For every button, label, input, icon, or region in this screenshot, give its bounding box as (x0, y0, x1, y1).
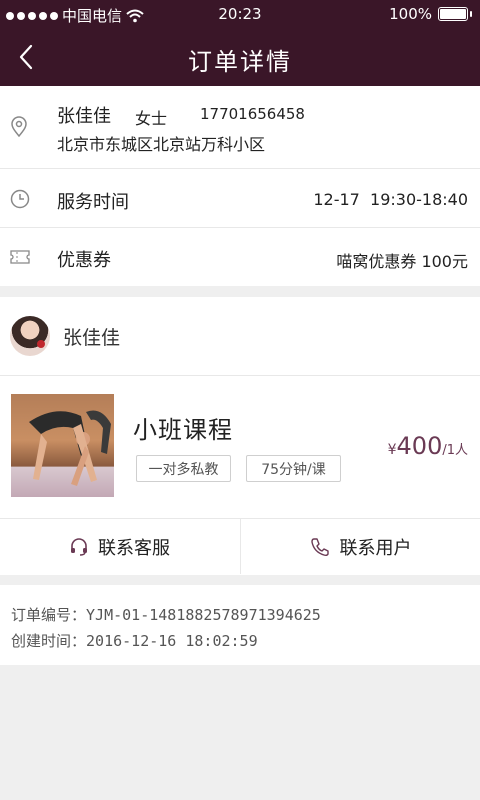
headset-icon (71, 537, 87, 556)
divider (0, 227, 480, 228)
order-number-label: 订单编号： (11, 606, 87, 624)
order-number: 订单编号：YJM-01-1481882578971394625 (11, 604, 321, 625)
nav-bar: 订单详情 (0, 28, 480, 86)
clock-icon (10, 189, 30, 209)
price-value: 400 (396, 432, 443, 460)
contact-service-label: 联系客服 (98, 537, 170, 559)
price-unit: /1人 (442, 443, 468, 458)
course-tag-type: 一对多私教 (136, 455, 231, 482)
avatar-flower (37, 340, 45, 348)
status-bar: 中国电信 20:23 100% (0, 0, 480, 28)
course-tag-duration: 75分钟/课 (246, 455, 341, 482)
top-bar: 中国电信 20:23 100% 订单详情 (0, 0, 480, 86)
battery-level: 100% (389, 5, 432, 23)
address-detail: 北京市东城区北京站万科小区 (57, 135, 266, 154)
divider (0, 375, 480, 376)
avatar (10, 316, 50, 356)
order-number-value: YJM-01-1481882578971394625 (86, 606, 321, 624)
phone-icon (310, 537, 329, 556)
course-image[interactable] (11, 394, 114, 497)
service-time-value: 12-17 19:30-18:40 (313, 190, 468, 209)
coupon-label: 优惠券 (57, 250, 111, 271)
divider (0, 168, 480, 169)
location-pin-icon (11, 116, 27, 138)
order-created-value: 2016-12-16 18:02:59 (86, 632, 258, 650)
battery-tip (470, 11, 472, 17)
page-title: 订单详情 (188, 48, 292, 76)
order-created: 创建时间：2016-12-16 18:02:59 (11, 630, 258, 651)
order-created-label: 创建时间： (11, 632, 87, 650)
contact-user-label: 联系用户 (339, 537, 412, 559)
recipient-name: 张佳佳 (57, 106, 111, 127)
service-time-label: 服务时间 (57, 192, 129, 213)
ticket-icon (10, 250, 30, 264)
battery-icon (438, 7, 468, 21)
order-info-section (0, 585, 480, 665)
recipient-gender: 女士 (135, 109, 168, 128)
recipient-phone: 17701656458 (200, 105, 305, 123)
course-title: 小班课程 (133, 416, 233, 444)
contact-user-button[interactable]: 联系用户 (241, 519, 480, 574)
coupon-value[interactable]: 喵窝优惠券 100元 (336, 248, 468, 272)
contact-service-button[interactable]: 联系客服 (0, 519, 240, 574)
yoga-figure-image (29, 410, 111, 486)
course-price: ¥400/1人 (388, 432, 468, 460)
seller-name: 张佳佳 (63, 327, 121, 349)
status-right: 100% (389, 5, 472, 23)
price-symbol: ¥ (387, 442, 397, 458)
